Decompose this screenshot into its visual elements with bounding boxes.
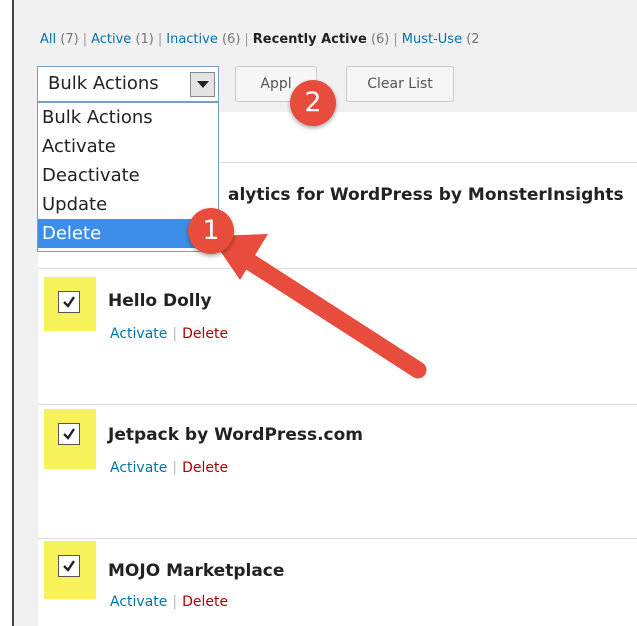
step-2-badge: 2	[290, 80, 336, 126]
plugins-screen: All (7) | Active (1) | Inactive (6) | Recently…	[12, 0, 637, 626]
step-1-badge: 1	[188, 208, 234, 254]
